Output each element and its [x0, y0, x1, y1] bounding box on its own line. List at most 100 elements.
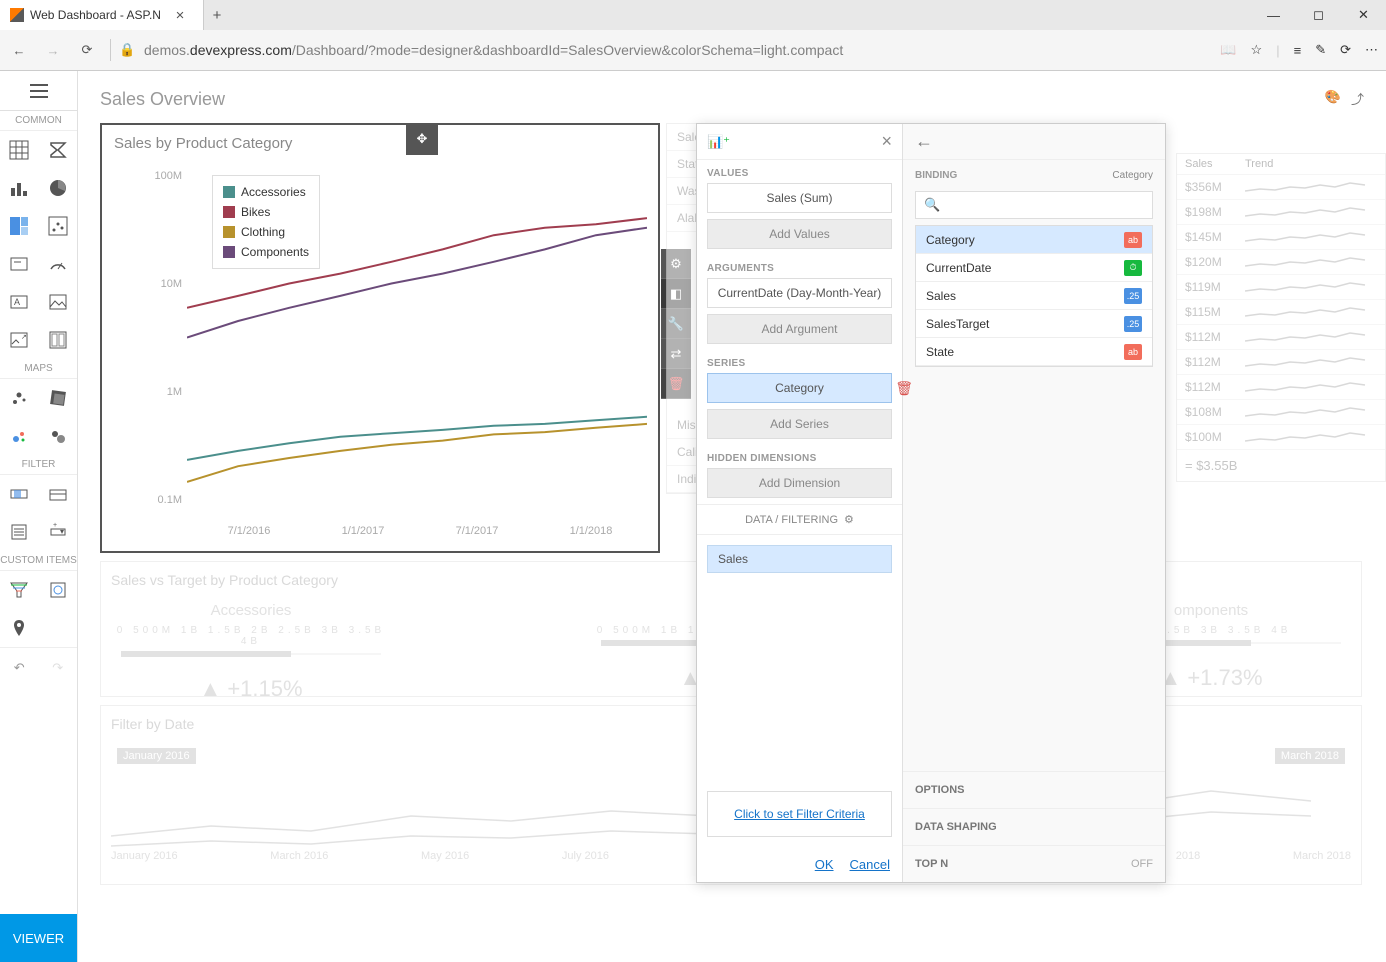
trend-row: $120M: [1177, 250, 1385, 275]
more-icon[interactable]: ⋯: [1365, 42, 1378, 58]
scatter-chart-icon[interactable]: [39, 207, 78, 245]
cancel-button[interactable]: Cancel: [850, 857, 890, 872]
image-icon[interactable]: [39, 283, 78, 321]
choropleth-map-icon[interactable]: [39, 379, 78, 417]
ok-button[interactable]: OK: [815, 857, 834, 872]
trend-row: $112M: [1177, 375, 1385, 400]
move-handle-icon[interactable]: ✥: [406, 123, 438, 155]
card-icon[interactable]: [0, 245, 39, 283]
viewer-mode-button[interactable]: VIEWER: [0, 914, 77, 962]
add-values-button[interactable]: Add Values: [707, 219, 892, 249]
date-filter-icon[interactable]: [39, 475, 78, 513]
sigma-icon[interactable]: [39, 131, 78, 169]
series-item-category[interactable]: Category 🗑: [707, 373, 892, 403]
redo-button[interactable]: ↷: [52, 660, 63, 676]
field-currentdate[interactable]: CurrentDate⏱: [916, 254, 1152, 282]
field-state[interactable]: Stateab: [916, 338, 1152, 366]
address-bar: ← → ⟳ 🔒 demos.devexpress.com/Dashboard/?…: [0, 30, 1386, 70]
trend-row: $198M: [1177, 200, 1385, 225]
close-panel-icon[interactable]: ×: [881, 131, 892, 152]
add-series-button[interactable]: Add Series: [707, 409, 892, 439]
filter-criteria-box[interactable]: Click to set Filter Criteria: [707, 791, 892, 837]
field-search-input[interactable]: 🔍: [915, 191, 1153, 219]
pin-icon[interactable]: [0, 609, 39, 647]
trend-row: $115M: [1177, 300, 1385, 325]
undo-button[interactable]: ↶: [14, 660, 25, 676]
reading-view-icon[interactable]: 📖: [1220, 42, 1236, 58]
devexpress-favicon: [10, 8, 24, 22]
treemap-icon[interactable]: [0, 207, 39, 245]
section-common: COMMON: [0, 111, 77, 131]
pane-tab-sales[interactable]: Sales: [707, 545, 892, 573]
range-filter-icon[interactable]: [0, 475, 39, 513]
browser-tab[interactable]: Web Dashboard - ASP.N ×: [0, 0, 204, 30]
trend-row: $100M: [1177, 425, 1385, 450]
maximize-button[interactable]: ◻: [1296, 0, 1341, 30]
bubble-map-icon[interactable]: [0, 417, 39, 455]
sales-trend-grid[interactable]: SalesTrend $356M$198M$145M$120M$119M$115…: [1176, 153, 1386, 482]
notes-icon[interactable]: ✎: [1315, 42, 1326, 58]
set-filter-link[interactable]: Click to set Filter Criteria: [734, 807, 865, 821]
group-icon[interactable]: [39, 321, 78, 359]
svg-text:+: +: [53, 522, 57, 529]
search-icon: 🔍: [924, 197, 940, 213]
delete-series-icon[interactable]: 🗑: [895, 380, 913, 397]
argument-item-date[interactable]: CurrentDate (Day-Month-Year): [707, 278, 892, 308]
data-filtering-toggle[interactable]: DATA / FILTERING ⚙: [697, 504, 902, 535]
export-icon[interactable]: ⤴: [1351, 89, 1364, 108]
pie-map-icon[interactable]: [39, 417, 78, 455]
sales-by-category-chart[interactable]: ✥ Sales by Product Category Accessories …: [100, 123, 660, 553]
combo-box-icon[interactable]: ▾+: [39, 513, 78, 551]
color-scheme-icon[interactable]: 🎨: [1325, 89, 1341, 108]
chart-legend: Accessories Bikes Clothing Components: [212, 175, 320, 269]
hub-icon[interactable]: ≡: [1294, 43, 1302, 58]
lock-icon: 🔒: [110, 39, 132, 61]
bound-image-icon[interactable]: ↗: [0, 321, 39, 359]
new-tab-button[interactable]: +: [204, 7, 230, 24]
refresh-button[interactable]: ⟳: [76, 39, 98, 61]
field-category[interactable]: Categoryab: [916, 226, 1152, 254]
browser-chrome: Web Dashboard - ASP.N × + — ◻ ✕ ← → ⟳ 🔒 …: [0, 0, 1386, 71]
section-filter: FILTER: [0, 455, 77, 475]
range-start-badge: January 2016: [117, 748, 196, 764]
url-field[interactable]: demos.devexpress.com/Dashboard/?mode=des…: [144, 42, 1208, 58]
forward-button[interactable]: →: [42, 39, 64, 61]
menu-toggle[interactable]: [0, 71, 77, 111]
geo-point-map-icon[interactable]: [0, 379, 39, 417]
chart-type-icon[interactable]: 📊⁺: [707, 134, 730, 150]
undo-redo-bar: ↶ ↷: [0, 647, 77, 687]
close-window-button[interactable]: ✕: [1341, 0, 1386, 30]
back-arrow-icon[interactable]: ←: [915, 131, 933, 152]
back-button[interactable]: ←: [8, 39, 30, 61]
svg-text:↗: ↗: [21, 334, 27, 341]
add-dimension-button[interactable]: Add Dimension: [707, 468, 892, 498]
value-item-sales[interactable]: Sales (Sum): [707, 183, 892, 213]
dashboard-title: Sales Overview: [100, 89, 1364, 110]
trend-row: $145M: [1177, 225, 1385, 250]
list-box-icon[interactable]: [0, 513, 39, 551]
pie-chart-icon[interactable]: [39, 169, 78, 207]
range-end-badge: March 2018: [1275, 748, 1345, 764]
funnel-icon[interactable]: [0, 571, 39, 609]
minimize-button[interactable]: —: [1251, 0, 1296, 30]
favorite-icon[interactable]: ☆: [1251, 42, 1263, 58]
tab-title: Web Dashboard - ASP.N: [30, 8, 161, 22]
field-salestarget[interactable]: SalesTarget.25: [916, 310, 1152, 338]
add-argument-button[interactable]: Add Argument: [707, 314, 892, 344]
trend-row: $356M: [1177, 175, 1385, 200]
field-sales[interactable]: Sales.25: [916, 282, 1152, 310]
bar-chart-icon[interactable]: [0, 169, 39, 207]
app-shell: COMMON A ↗ MAPS FILTER ▾+: [0, 71, 1386, 962]
options-section[interactable]: OPTIONS: [903, 771, 1165, 808]
textbox-icon[interactable]: A: [0, 283, 39, 321]
svg-text:A: A: [14, 297, 20, 307]
top-n-section[interactable]: TOP N OFF: [903, 845, 1165, 882]
online-map-icon[interactable]: [39, 571, 78, 609]
data-shaping-section[interactable]: DATA SHAPING: [903, 808, 1165, 845]
binding-panel: 📊⁺ × VALUES Sales (Sum) Add Values ARGUM…: [696, 123, 1166, 883]
share-icon[interactable]: ⟳: [1340, 42, 1351, 58]
gauge-icon[interactable]: [39, 245, 78, 283]
close-tab-icon[interactable]: ×: [167, 7, 193, 24]
trend-row: $108M: [1177, 400, 1385, 425]
pivot-grid-icon[interactable]: [0, 131, 39, 169]
